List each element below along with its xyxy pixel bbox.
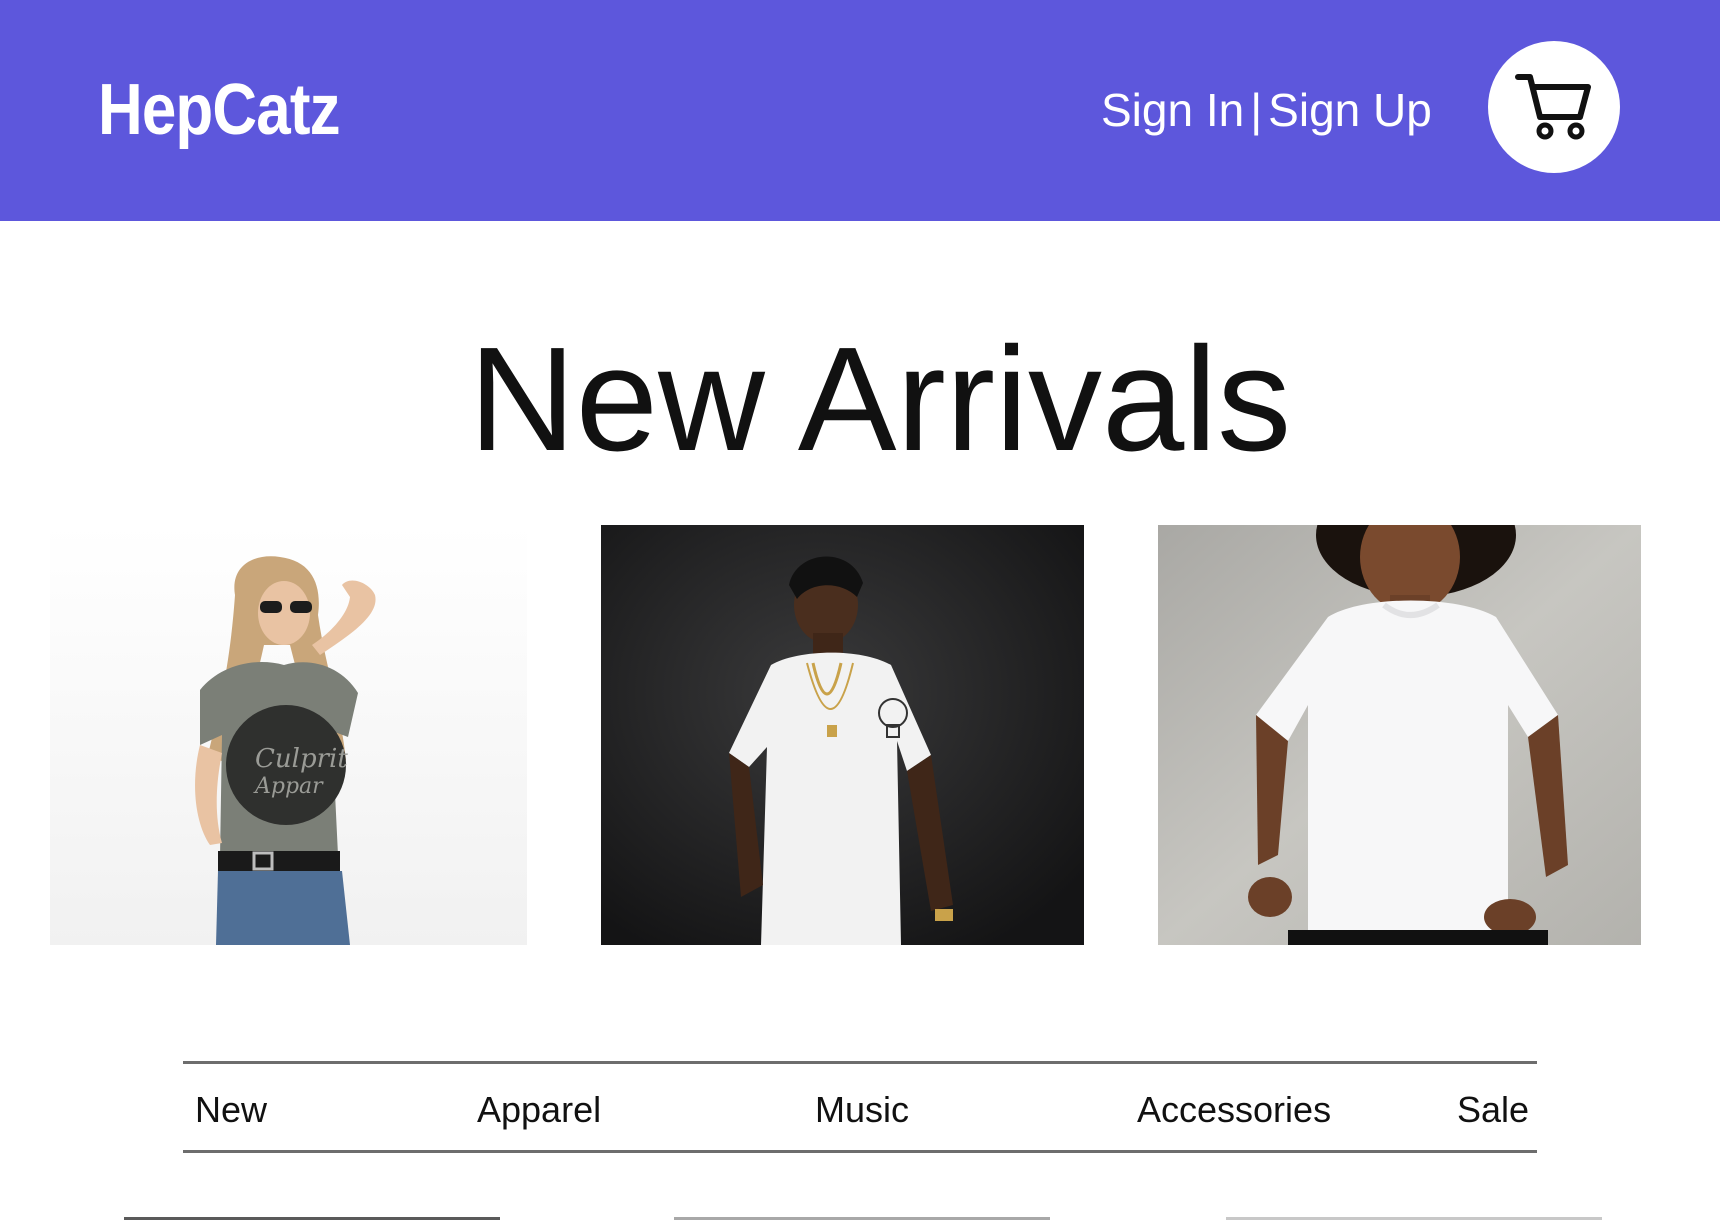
site-header: HepCatz Sign In | Sign Up [0,0,1720,221]
product-photo-2[interactable] [601,525,1084,945]
category-new[interactable]: New [195,1090,267,1130]
auth-separator: | [1250,84,1263,136]
sign-up-link[interactable]: Sign Up [1268,84,1432,136]
category-apparel[interactable]: Apparel [477,1090,601,1130]
auth-links: Sign In | Sign Up [1101,82,1432,138]
product-photo-1[interactable]: Culprit Appar [50,525,527,945]
cart-button[interactable] [1488,41,1620,173]
category-music[interactable]: Music [815,1090,909,1130]
page-title: New Arrivals [468,317,1292,482]
brand-logo[interactable]: HepCatz [98,70,341,150]
shopping-cart-icon [1515,74,1591,140]
sign-in-link[interactable]: Sign In [1101,84,1244,136]
svg-text:Appar: Appar [253,774,324,799]
product-photo-3[interactable] [1158,525,1641,945]
category-sale[interactable]: Sale [1457,1090,1529,1130]
svg-text:Culprit: Culprit [255,744,348,774]
category-nav: New Apparel Music Accessories Sale [183,1061,1537,1153]
category-accessories[interactable]: Accessories [1137,1090,1331,1130]
